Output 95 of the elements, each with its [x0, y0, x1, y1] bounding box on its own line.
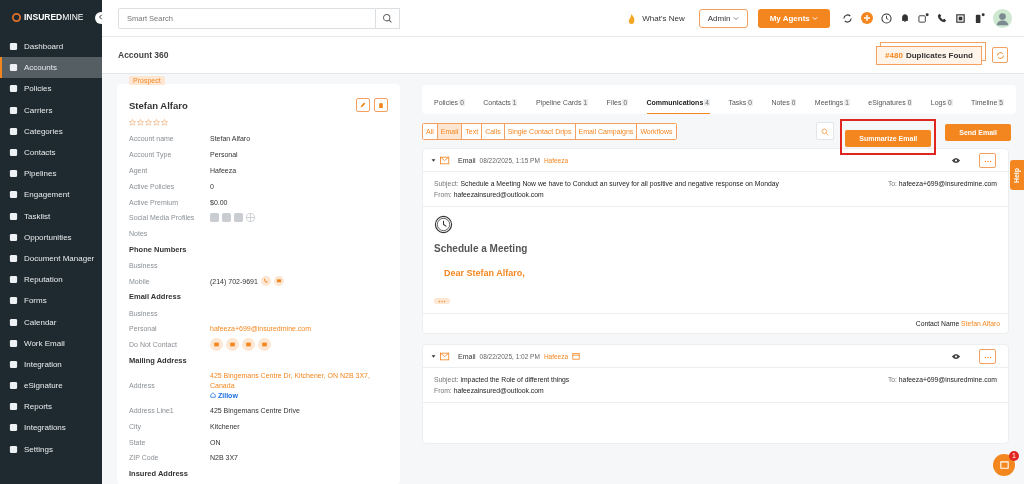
channel-icon[interactable] [242, 338, 255, 352]
sidebar-item[interactable]: Forms [0, 290, 102, 312]
more-button[interactable] [979, 348, 996, 364]
menu-item-icon [9, 296, 18, 306]
menu-item-icon [9, 169, 18, 179]
role-dropdown[interactable]: Admin [698, 8, 748, 28]
message-icon[interactable] [273, 276, 284, 287]
menu-item-icon [9, 232, 18, 242]
menu-item-icon [9, 63, 18, 73]
email-greeting: Dear Stefan Alfaro, [444, 268, 526, 278]
menu-item-icon [9, 148, 18, 158]
sidebar-item[interactable]: Tasklist [0, 205, 102, 227]
mail-icon [440, 155, 450, 165]
caret-icon[interactable] [431, 157, 436, 163]
chip-icon[interactable] [955, 12, 966, 24]
rating-stars[interactable] [129, 119, 168, 126]
device-icon[interactable] [918, 12, 929, 24]
caret-icon[interactable] [431, 353, 436, 359]
add-icon[interactable] [861, 12, 873, 24]
sidebar-item[interactable]: Dashboard [0, 36, 102, 58]
menu-item-icon [9, 338, 18, 348]
call-icon[interactable] [260, 276, 271, 287]
sidebar-item[interactable]: Policies [0, 78, 102, 100]
account-name: Stefan Alfaro [129, 99, 188, 111]
sidebar-item[interactable]: Settings [0, 438, 102, 460]
channel-icon[interactable] [258, 338, 271, 352]
menu-item-icon [9, 402, 18, 412]
clock-icon[interactable] [881, 12, 892, 24]
star-icon[interactable] [153, 119, 160, 126]
menu-item-icon [9, 42, 18, 52]
menu-item-icon [9, 253, 18, 263]
logo-icon [12, 12, 21, 22]
mobile-icon[interactable] [974, 12, 985, 24]
delete-button[interactable] [374, 98, 388, 112]
logo-text: INSUREDMINE [24, 12, 84, 22]
menu-item-icon [9, 423, 18, 433]
edit-button[interactable] [356, 98, 370, 112]
star-icon[interactable] [137, 119, 144, 126]
show-more-button[interactable] [434, 298, 450, 304]
globe-icon[interactable] [246, 213, 255, 223]
search-icon[interactable] [376, 7, 400, 29]
search-button[interactable] [816, 122, 835, 140]
pencil-icon[interactable] [360, 102, 366, 108]
sidebar-item[interactable]: Work Email [0, 332, 102, 354]
sidebar-item[interactable]: Reports [0, 396, 102, 418]
eye-icon[interactable] [951, 352, 961, 360]
menu-item-icon [9, 211, 18, 221]
channel-icon[interactable] [226, 338, 239, 352]
menu-item-icon [9, 359, 18, 369]
sidebar-item[interactable]: Opportunities [0, 226, 102, 248]
menu-item-icon [9, 190, 18, 200]
bell-icon[interactable] [900, 13, 910, 23]
more-icon[interactable] [438, 300, 446, 303]
house-icon[interactable] [210, 391, 216, 398]
phone-icon[interactable] [937, 13, 947, 23]
more-icon[interactable] [983, 355, 992, 359]
menu-item-icon [9, 444, 18, 454]
eye-icon[interactable] [951, 156, 961, 164]
stopwatch-icon [434, 215, 453, 234]
trash-icon[interactable] [378, 102, 384, 108]
sidebar-item[interactable]: Carriers [0, 99, 102, 121]
flame-icon [627, 12, 637, 24]
star-icon[interactable] [161, 119, 168, 126]
menu-item-icon [9, 317, 18, 327]
sidebar-item[interactable]: Engagement [0, 184, 102, 206]
mail-icon [440, 351, 450, 361]
whats-new-link[interactable]: What's New [642, 13, 685, 23]
more-icon[interactable] [983, 159, 992, 163]
sidebar-item[interactable]: eSignature [0, 375, 102, 397]
sidebar-item[interactable]: Integration [0, 353, 102, 375]
sidebar-item[interactable]: Categories [0, 120, 102, 142]
page-title: Account 360 [118, 50, 169, 60]
menu-item-icon [9, 84, 18, 94]
avatar-icon[interactable] [993, 8, 1012, 28]
menu-item-icon [9, 381, 18, 391]
duplicates-label: Duplicates Found [905, 50, 973, 60]
chat-icon[interactable] [998, 459, 1010, 471]
menu-item-icon [9, 126, 18, 136]
sidebar-item[interactable]: Accounts [0, 57, 102, 79]
sidebar-item[interactable]: Reputation [0, 269, 102, 291]
star-icon[interactable] [145, 119, 152, 126]
sidebar-item[interactable]: Integrations [0, 417, 102, 439]
search-icon[interactable] [821, 127, 830, 136]
channel-icon[interactable] [210, 338, 223, 352]
star-icon[interactable] [129, 119, 136, 126]
sidebar-item[interactable]: Pipelines [0, 163, 102, 185]
sidebar-item[interactable]: Document Manager [0, 247, 102, 270]
sidebar-item[interactable]: Contacts [0, 141, 102, 164]
more-button[interactable] [979, 152, 996, 168]
refresh-icon[interactable] [842, 12, 853, 24]
email-heading: Schedule a Meeting [434, 243, 529, 254]
menu-item-icon [9, 105, 18, 115]
duplicates-count: #480 [885, 50, 903, 60]
menu-item-icon [9, 275, 18, 285]
sidebar-item[interactable]: Calendar [0, 311, 102, 333]
